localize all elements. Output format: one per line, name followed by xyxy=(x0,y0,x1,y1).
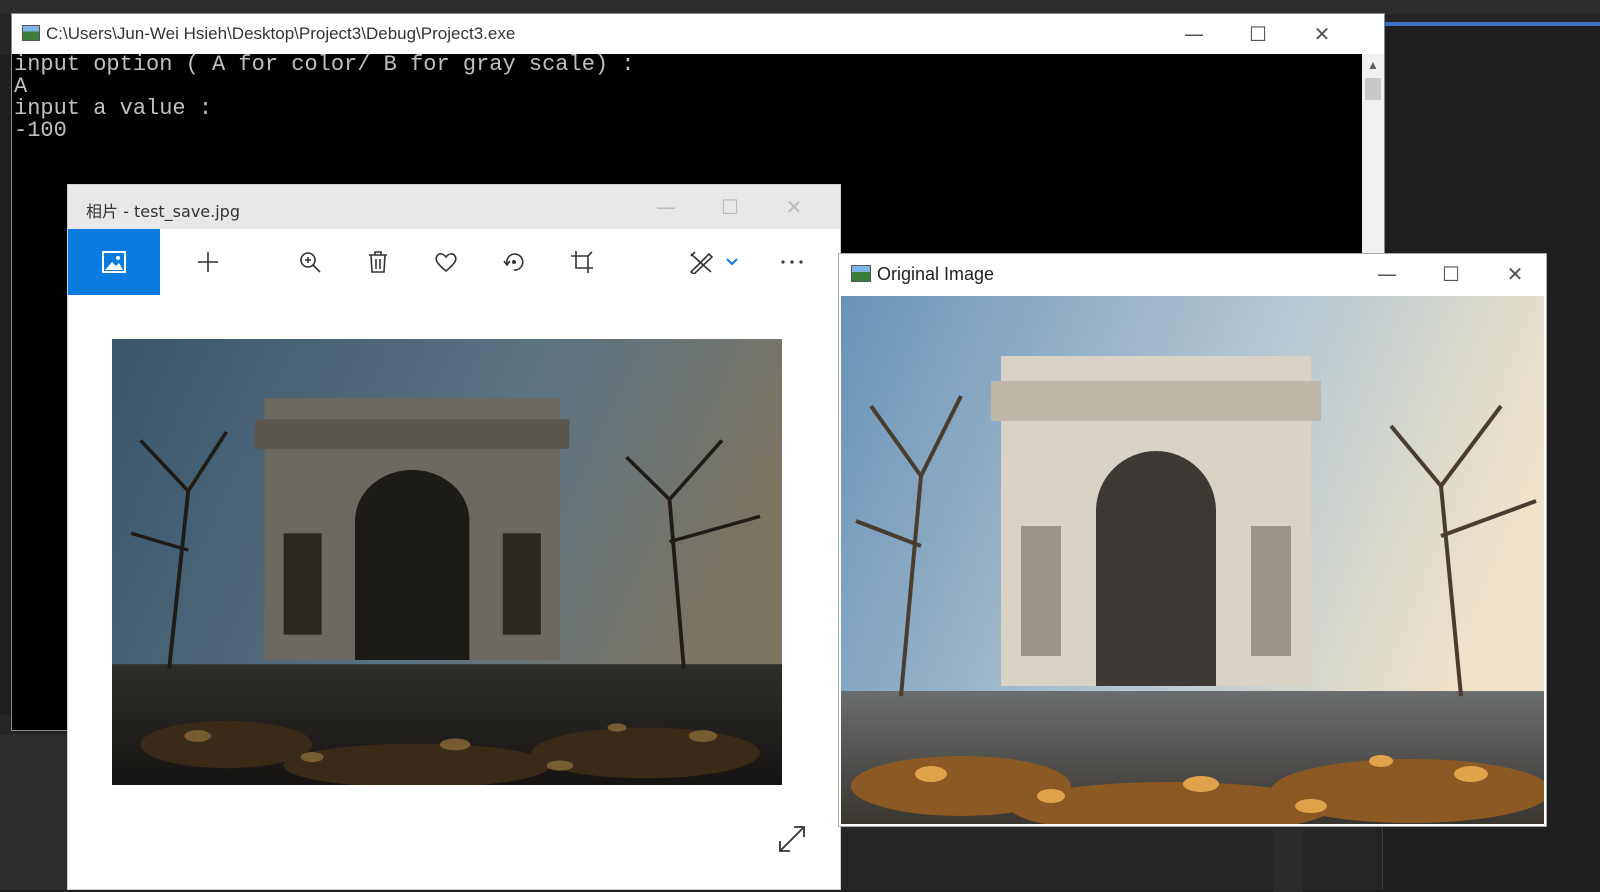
original-app-icon xyxy=(851,265,871,282)
ide-active-tab-line xyxy=(1383,22,1600,26)
more-icon xyxy=(781,260,803,264)
delete-button[interactable] xyxy=(348,229,408,295)
scroll-up-icon[interactable]: ▲ xyxy=(1362,56,1384,74)
console-minimize-button[interactable]: — xyxy=(1162,14,1226,54)
ide-bottom-area xyxy=(0,735,70,890)
photos-maximize-button[interactable]: ☐ xyxy=(698,185,762,229)
original-minimize-button[interactable]: — xyxy=(1355,254,1419,294)
photos-close-button[interactable]: ✕ xyxy=(762,185,826,229)
photos-title: 相片 - test_save.jpg xyxy=(86,202,240,221)
console-app-icon xyxy=(22,25,40,41)
photos-titlebar[interactable]: 相片 - test_save.jpg — ☐ ✕ xyxy=(68,185,840,229)
console-titlebar[interactable]: C:\Users\Jun-Wei Hsieh\Desktop\Project3\… xyxy=(12,14,1384,54)
edit-draw-icon xyxy=(689,251,714,274)
console-title: C:\Users\Jun-Wei Hsieh\Desktop\Project3\… xyxy=(46,24,516,43)
photos-minimize-button[interactable]: — xyxy=(634,185,698,229)
photos-window[interactable]: 相片 - test_save.jpg — ☐ ✕ xyxy=(67,184,841,890)
console-line: A xyxy=(14,74,28,99)
expand-button[interactable] xyxy=(776,823,808,855)
original-close-button[interactable]: ✕ xyxy=(1483,254,1547,294)
original-titlebar[interactable]: Original Image — ☐ ✕ xyxy=(839,254,1546,294)
console-scroll-thumb[interactable] xyxy=(1365,78,1381,100)
photo-darkened-arc xyxy=(112,339,782,785)
crop-button[interactable] xyxy=(552,229,612,295)
add-icon xyxy=(198,252,218,272)
more-button[interactable] xyxy=(762,229,822,295)
view-photo-icon xyxy=(102,251,126,273)
console-line: input option ( A for color/ B for gray s… xyxy=(14,52,635,77)
rotate-icon xyxy=(503,253,524,271)
delete-icon xyxy=(369,251,387,273)
console-maximize-button[interactable]: ☐ xyxy=(1226,14,1290,54)
zoom-in-icon xyxy=(300,252,321,273)
original-maximize-button[interactable]: ☐ xyxy=(1419,254,1483,294)
console-line: input a value : xyxy=(14,96,213,121)
crop-icon xyxy=(571,251,593,273)
edit-dropdown-button[interactable] xyxy=(720,229,744,295)
expand-icon xyxy=(779,826,805,852)
favorite-button[interactable] xyxy=(416,229,476,295)
zoom-in-button[interactable] xyxy=(280,229,340,295)
view-photo-button[interactable] xyxy=(68,229,160,295)
console-close-button[interactable]: ✕ xyxy=(1290,14,1354,54)
ide-top-band xyxy=(0,0,1600,14)
chevron-down-icon xyxy=(726,258,738,266)
photos-toolbar xyxy=(68,229,840,295)
favorite-icon xyxy=(435,253,457,273)
console-line: -100 xyxy=(14,118,67,143)
original-image-window[interactable]: Original Image — ☐ ✕ xyxy=(838,253,1547,827)
rotate-button[interactable] xyxy=(484,229,544,295)
add-button[interactable] xyxy=(178,229,238,295)
photo-original-arc xyxy=(841,296,1544,824)
original-title: Original Image xyxy=(877,264,995,284)
